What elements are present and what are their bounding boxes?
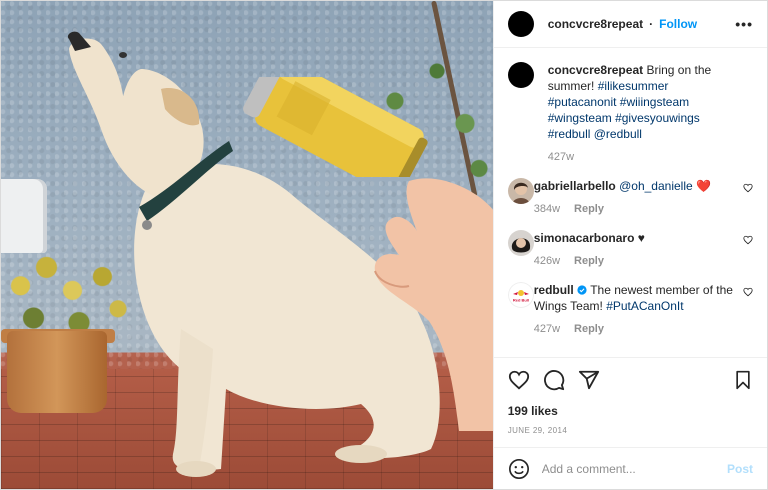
comment-username[interactable]: gabriellarbello	[534, 179, 616, 193]
caption-body: concvcre8repeat Bring on the summer! #il…	[548, 62, 753, 165]
caption-username[interactable]: concvcre8repeat	[548, 63, 643, 77]
author-username[interactable]: concvcre8repeat	[548, 17, 643, 31]
author-avatar[interactable]	[507, 11, 534, 37]
caption-age[interactable]: 427w	[548, 149, 574, 165]
comment-age[interactable]: 427w	[534, 321, 560, 337]
action-icons	[508, 368, 753, 392]
post-date[interactable]: JUNE 29, 2014	[508, 426, 753, 435]
follow-button[interactable]: Follow	[659, 17, 697, 31]
holding-hand	[374, 178, 493, 431]
verified-icon	[577, 285, 587, 295]
caption-meta: 427w	[548, 149, 739, 165]
caption: concvcre8repeat Bring on the summer! #il…	[507, 62, 753, 165]
comment-age[interactable]: 384w	[534, 201, 560, 217]
heart-icon[interactable]	[508, 369, 530, 391]
comment-input[interactable]	[541, 461, 727, 476]
share-icon[interactable]	[578, 369, 600, 391]
post-comment-button[interactable]: Post	[727, 462, 753, 476]
commenter-avatar[interactable]	[507, 178, 534, 204]
post-sidebar: concvcre8repeat · Follow ••• concvcre8re…	[492, 1, 767, 489]
comment-body: simonacarbonaro ♥ 426w Reply	[534, 230, 753, 269]
like-comment-heart-icon[interactable]	[743, 287, 753, 297]
redbull-avatar[interactable]: Red Bull	[507, 282, 534, 308]
instagram-post: concvcre8repeat · Follow ••• concvcre8re…	[0, 0, 768, 490]
comment-icon[interactable]	[543, 369, 565, 391]
comment-emoji: ❤️	[696, 179, 711, 193]
comment-emoji: ♥	[637, 231, 645, 245]
post-photo[interactable]	[1, 1, 493, 489]
more-icon[interactable]: •••	[735, 16, 753, 32]
reply-button[interactable]: Reply	[574, 321, 604, 337]
author-avatar[interactable]	[507, 62, 534, 88]
comment-age[interactable]: 426w	[534, 253, 560, 269]
like-comment-heart-icon[interactable]	[743, 235, 753, 245]
white-mailbox	[1, 179, 47, 253]
comment-mention[interactable]: @oh_danielle	[619, 179, 693, 193]
comment-username[interactable]: simonacarbonaro	[534, 231, 635, 245]
comment-item: Red Bull redbull The newest member of th…	[507, 282, 753, 337]
redbull-avatar-text: Red Bull	[513, 298, 529, 303]
comment-username[interactable]: redbull	[534, 283, 574, 297]
reply-button[interactable]: Reply	[574, 201, 604, 217]
comment-meta: 426w Reply	[534, 253, 739, 269]
comment-item: gabriellarbello @oh_danielle ❤️ 384w Rep…	[507, 178, 753, 217]
likes-count[interactable]: 199 likes	[508, 404, 753, 418]
comment-hashtag[interactable]: #PutACanOnIt	[606, 299, 683, 313]
reply-button[interactable]: Reply	[574, 253, 604, 269]
comment-body: redbull The newest member of the Wings T…	[534, 282, 753, 337]
emoji-icon[interactable]	[508, 458, 530, 480]
add-comment-bar: Post	[493, 447, 767, 489]
like-comment-heart-icon[interactable]	[743, 183, 753, 193]
bookmark-icon[interactable]	[733, 369, 753, 391]
comments-list: concvcre8repeat Bring on the summer! #il…	[494, 48, 767, 357]
red-bull-can	[243, 77, 428, 177]
comment-meta: 384w Reply	[534, 201, 739, 217]
separator-dot: ·	[649, 17, 654, 31]
comment-item: simonacarbonaro ♥ 426w Reply	[507, 230, 753, 269]
commenter-avatar[interactable]	[507, 230, 534, 256]
comment-body: gabriellarbello @oh_danielle ❤️ 384w Rep…	[534, 178, 753, 217]
post-actions: 199 likes JUNE 29, 2014	[493, 357, 767, 435]
comment-meta: 427w Reply	[534, 321, 739, 337]
post-header: concvcre8repeat · Follow •••	[493, 1, 767, 48]
